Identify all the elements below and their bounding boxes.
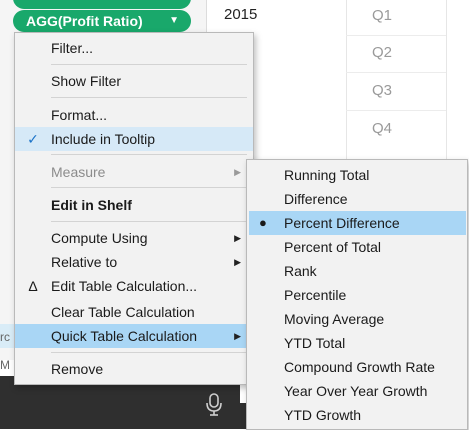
check-icon: ✓	[27, 131, 39, 147]
submenu-item-compound-growth-rate[interactable]: Compound Growth Rate	[247, 355, 467, 379]
menu-item-label: Relative to	[51, 254, 118, 270]
year-header: 2015	[224, 6, 258, 23]
quarter-column	[346, 0, 447, 160]
delta-icon: Δ	[28, 278, 38, 294]
pill-label: AGG(Profit Ratio)	[26, 13, 143, 29]
menu-item-label: Show Filter	[51, 73, 122, 89]
submenu-item-label: Year Over Year Growth	[284, 383, 428, 399]
submenu-item-percent-of-total[interactable]: Percent of Total	[247, 235, 467, 259]
submenu-item-label: Moving Average	[284, 311, 385, 327]
menu-item-label: Edit Table Calculation...	[51, 278, 198, 294]
submenu-item-label: Percent Difference	[284, 215, 400, 231]
submenu-arrow-icon: ▶	[234, 233, 241, 243]
menu-item-label: Remove	[51, 361, 104, 377]
menu-item-label: Edit in Shelf	[51, 197, 132, 213]
submenu-item-difference[interactable]: Difference	[247, 187, 467, 211]
submenu-item-label: Difference	[284, 191, 348, 207]
profit-ratio-pill[interactable]: AGG(Profit Ratio) ▼	[13, 10, 191, 32]
menu-item-format[interactable]: Format...	[15, 103, 253, 127]
menu-separator	[51, 221, 247, 222]
submenu-arrow-icon: ▶	[234, 331, 241, 341]
left-panel-text-sliver: rc	[0, 330, 10, 344]
menu-item-label: Quick Table Calculation	[51, 328, 198, 344]
microphone-icon[interactable]	[204, 392, 224, 416]
menu-separator	[51, 187, 247, 188]
submenu-item-running-total[interactable]: Running Total	[247, 163, 467, 187]
quarter-label: Q4	[372, 120, 393, 137]
menu-separator	[51, 97, 247, 98]
menu-item-remove[interactable]: Remove	[15, 357, 253, 381]
submenu-item-label: Compound Growth Rate	[284, 359, 435, 375]
submenu-arrow-icon: ▶	[234, 257, 241, 267]
quarter-label: Q1	[372, 7, 393, 24]
submenu-item-percent-difference[interactable]: ● Percent Difference	[249, 211, 466, 235]
shelf-pill-partial[interactable]	[13, 0, 191, 9]
menu-item-edit-table-calculation[interactable]: Δ Edit Table Calculation...	[15, 274, 253, 298]
menu-item-label: Clear Table Calculation	[51, 304, 195, 320]
submenu-item-label: YTD Growth	[284, 407, 362, 423]
pill-dropdown-icon[interactable]: ▼	[169, 10, 179, 32]
pill-context-menu: Filter... Show Filter Format... ✓ Includ…	[14, 32, 254, 385]
submenu-item-year-over-year-growth[interactable]: Year Over Year Growth	[247, 379, 467, 403]
menu-item-relative-to[interactable]: Relative to ▶	[15, 250, 253, 274]
menu-item-show-filter[interactable]: Show Filter	[15, 69, 253, 93]
submenu-item-label: Percentile	[284, 287, 347, 303]
menu-separator	[51, 64, 247, 65]
submenu-item-label: Running Total	[284, 167, 370, 183]
menu-item-label: Include in Tooltip	[51, 131, 156, 147]
menu-item-measure[interactable]: Measure ▶	[15, 160, 253, 184]
menu-item-label: Filter...	[51, 40, 94, 56]
submenu-item-percentile[interactable]: Percentile	[247, 283, 467, 307]
menu-separator	[51, 352, 247, 353]
submenu-item-label: Rank	[284, 263, 317, 279]
row-divider	[346, 35, 446, 36]
menu-item-edit-in-shelf[interactable]: Edit in Shelf	[15, 193, 253, 217]
submenu-item-rank[interactable]: Rank	[247, 259, 467, 283]
row-divider	[346, 110, 446, 111]
quick-table-calculation-submenu: Running Total Difference ● Percent Diffe…	[246, 159, 468, 430]
menu-item-compute-using[interactable]: Compute Using ▶	[15, 226, 253, 250]
submenu-item-label: Percent of Total	[284, 239, 382, 255]
menu-item-quick-table-calculation[interactable]: Quick Table Calculation ▶	[15, 324, 253, 348]
menu-item-label: Format...	[51, 107, 108, 123]
menu-item-clear-table-calculation[interactable]: Clear Table Calculation	[15, 300, 253, 324]
submenu-item-moving-average[interactable]: Moving Average	[247, 307, 467, 331]
submenu-item-ytd-total[interactable]: YTD Total	[247, 331, 467, 355]
menu-separator	[51, 154, 247, 155]
submenu-item-label: YTD Total	[284, 335, 346, 351]
menu-item-label: Measure	[51, 164, 106, 180]
submenu-arrow-icon: ▶	[234, 167, 241, 177]
menu-item-label: Compute Using	[51, 230, 148, 246]
submenu-item-ytd-growth[interactable]: YTD Growth	[247, 403, 467, 427]
menu-item-include-in-tooltip[interactable]: ✓ Include in Tooltip	[15, 127, 253, 151]
selected-bullet-icon: ●	[259, 215, 267, 230]
column-divider	[446, 0, 447, 160]
menu-item-filter[interactable]: Filter...	[15, 36, 253, 60]
quarter-label: Q2	[372, 44, 393, 61]
row-divider	[346, 72, 446, 73]
quarter-label: Q3	[372, 82, 393, 99]
